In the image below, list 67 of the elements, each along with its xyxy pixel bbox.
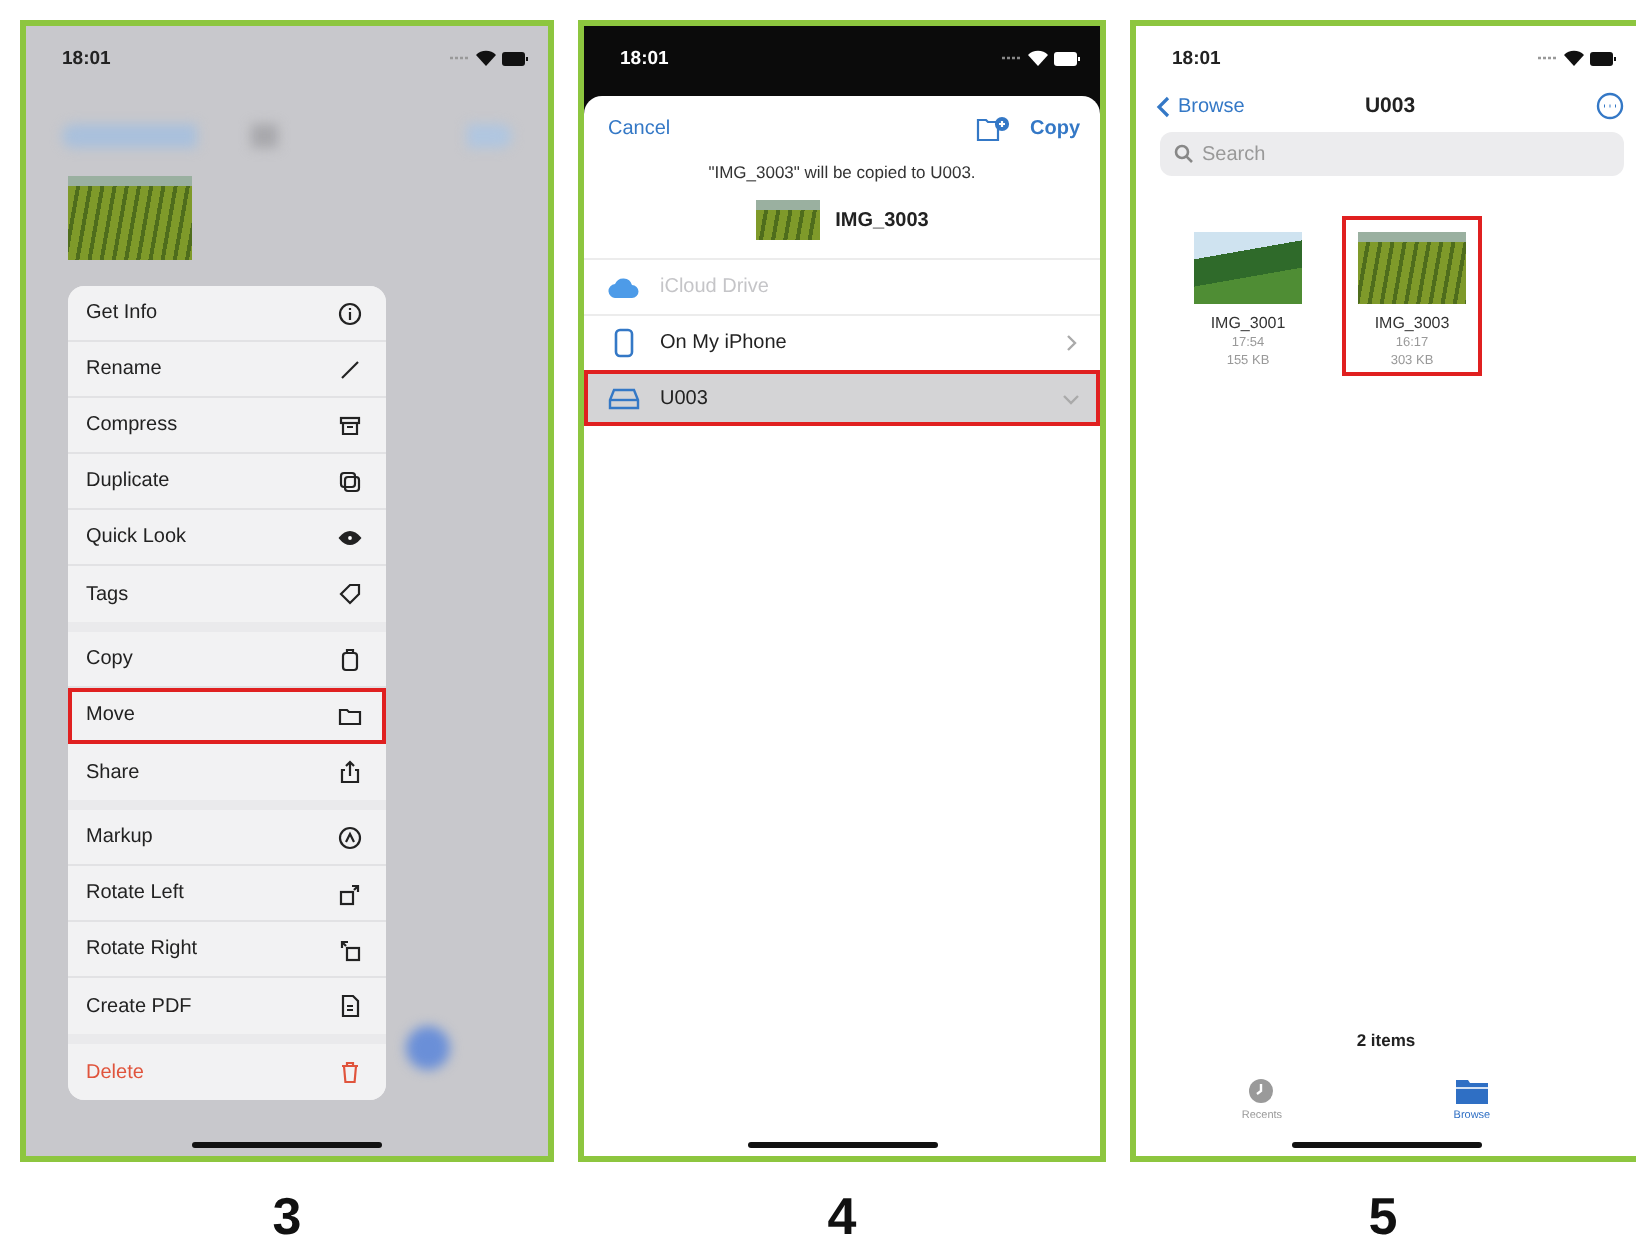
copy-button[interactable]: Copy [1030, 118, 1080, 140]
status-time: 18:01 [62, 47, 111, 69]
drive-icon [608, 388, 640, 410]
menu-item[interactable]: Tags [68, 566, 386, 622]
step-number: 5 [1368, 1186, 1398, 1248]
battery-icon [1054, 51, 1080, 65]
status-time: 18:01 [620, 47, 669, 69]
rotate-left-icon [338, 881, 362, 905]
photo-placeholder [755, 200, 820, 240]
info-icon [338, 301, 362, 325]
search-field[interactable]: Search [1160, 132, 1624, 176]
file-name: IMG_3003 [1374, 314, 1450, 332]
battery-icon [1590, 51, 1616, 65]
location-row[interactable]: U003 [584, 370, 1100, 426]
share-icon [338, 760, 362, 784]
menu-item[interactable]: Copy [68, 632, 386, 688]
menu-item[interactable]: Rename [68, 342, 386, 398]
status-time: 18:01 [1172, 47, 1221, 69]
menu-item[interactable]: Duplicate [68, 454, 386, 510]
signal-icon [1002, 54, 1022, 62]
menu-item[interactable]: Compress [68, 398, 386, 454]
file-name: IMG_3001 [1210, 314, 1286, 332]
menu-item[interactable]: Move [68, 688, 386, 744]
more-icon[interactable] [1595, 92, 1624, 120]
clipboard-icon [338, 647, 362, 671]
file-name: IMG_3003 [835, 209, 929, 231]
menu-item[interactable]: Get Info [68, 286, 386, 342]
menu-item[interactable]: Share [68, 744, 386, 800]
cloud-icon [608, 277, 640, 297]
folder-icon [338, 703, 362, 727]
rotate-right-icon [338, 937, 362, 961]
cancel-button[interactable]: Cancel [608, 118, 671, 140]
battery-icon [502, 51, 528, 65]
pencil-icon [338, 357, 362, 381]
item-count: 2 items [1354, 1029, 1418, 1049]
wifi-icon [1564, 50, 1584, 66]
step-number: 3 [272, 1186, 302, 1248]
new-folder-icon[interactable] [976, 116, 1010, 142]
copy-message: "IMG_3003" will be copied to U003. [706, 162, 978, 182]
folder-icon [1455, 1077, 1488, 1103]
document-icon [338, 994, 362, 1018]
archive-icon [338, 413, 362, 437]
back-button[interactable]: Browse [1156, 95, 1276, 117]
wifi-icon [1028, 50, 1048, 66]
step-number: 4 [827, 1186, 857, 1248]
clock-icon [1248, 1077, 1275, 1103]
photo-placeholder [68, 176, 192, 260]
chevron-icon [1062, 334, 1080, 352]
menu-item[interactable]: Rotate Right [68, 922, 386, 978]
markup-icon [338, 825, 362, 849]
tag-icon [338, 582, 362, 606]
folder-title: U003 [1364, 94, 1416, 118]
photo-placeholder [1194, 232, 1302, 304]
eye-icon [338, 525, 362, 549]
wifi-icon [476, 50, 496, 66]
photo-placeholder [1358, 232, 1466, 304]
search-icon [1174, 144, 1194, 164]
chevron-icon [1062, 390, 1080, 408]
menu-item[interactable]: Markup [68, 810, 386, 866]
menu-item[interactable]: Create PDF [68, 978, 386, 1034]
trash-icon [338, 1060, 362, 1084]
menu-item[interactable]: Quick Look [68, 510, 386, 566]
duplicate-icon [338, 469, 362, 493]
menu-item[interactable]: Rotate Left [68, 866, 386, 922]
signal-icon [450, 54, 470, 62]
back-chevron-icon [1156, 95, 1170, 117]
signal-icon [1538, 54, 1558, 62]
